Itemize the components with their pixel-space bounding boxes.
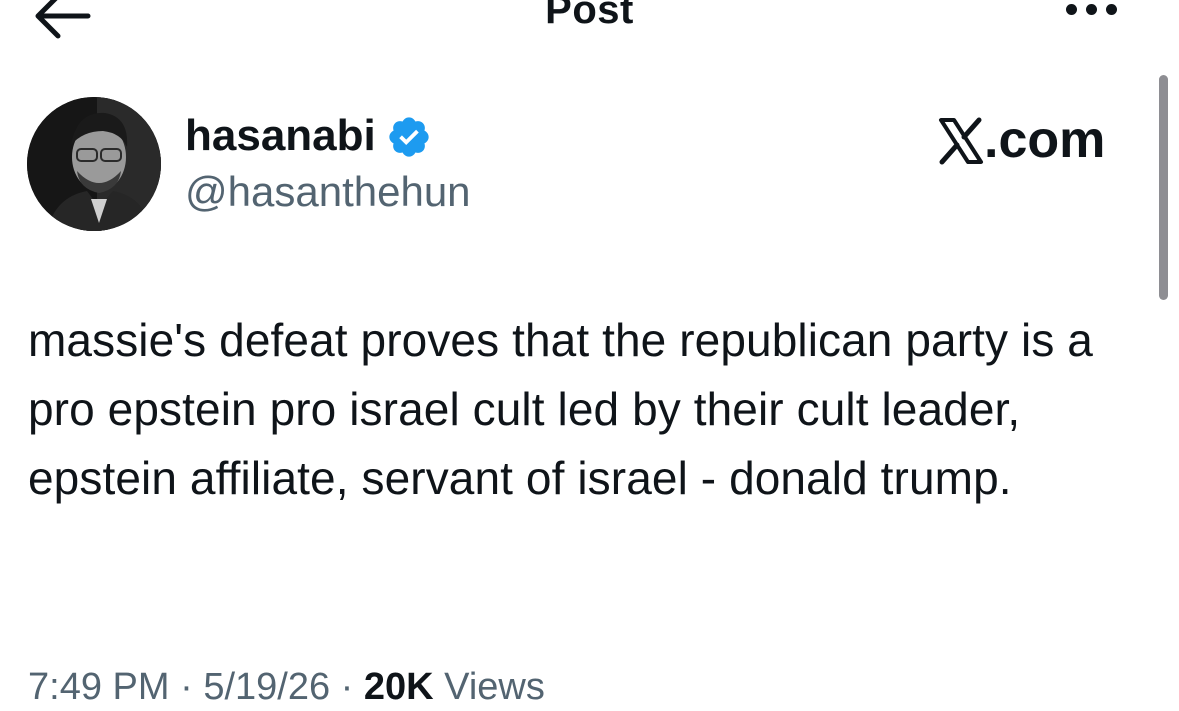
top-bar: Post (0, 0, 1179, 60)
author-handle[interactable]: @hasanthehun (185, 166, 471, 218)
page-title: Post (545, 0, 634, 32)
more-dot (1086, 4, 1097, 15)
meta-separator: · (169, 666, 204, 708)
more-options-button[interactable] (1062, 0, 1132, 32)
x-logo-icon (939, 117, 983, 165)
verified-badge-icon (389, 117, 429, 157)
brand-domain: .com (984, 111, 1106, 169)
tweet-text: massie's defeat proves that the republic… (28, 314, 1093, 504)
tweet-meta: 7:49 PM · 5/19/26 · 20K Views (28, 663, 545, 711)
tweet-date[interactable]: 5/19/26 (203, 666, 330, 708)
brand-watermark: .com (938, 110, 1128, 170)
author-name[interactable]: hasanabi (185, 110, 376, 162)
views-label: Views (433, 666, 545, 708)
scrollbar[interactable] (1159, 75, 1168, 300)
more-dots-icon (1066, 4, 1077, 15)
more-dot (1106, 4, 1117, 15)
avatar-photo (27, 97, 161, 231)
avatar[interactable] (27, 97, 161, 231)
tweet-time[interactable]: 7:49 PM (28, 666, 170, 708)
views-count[interactable]: 20K (364, 666, 434, 708)
meta-separator: · (330, 666, 364, 708)
